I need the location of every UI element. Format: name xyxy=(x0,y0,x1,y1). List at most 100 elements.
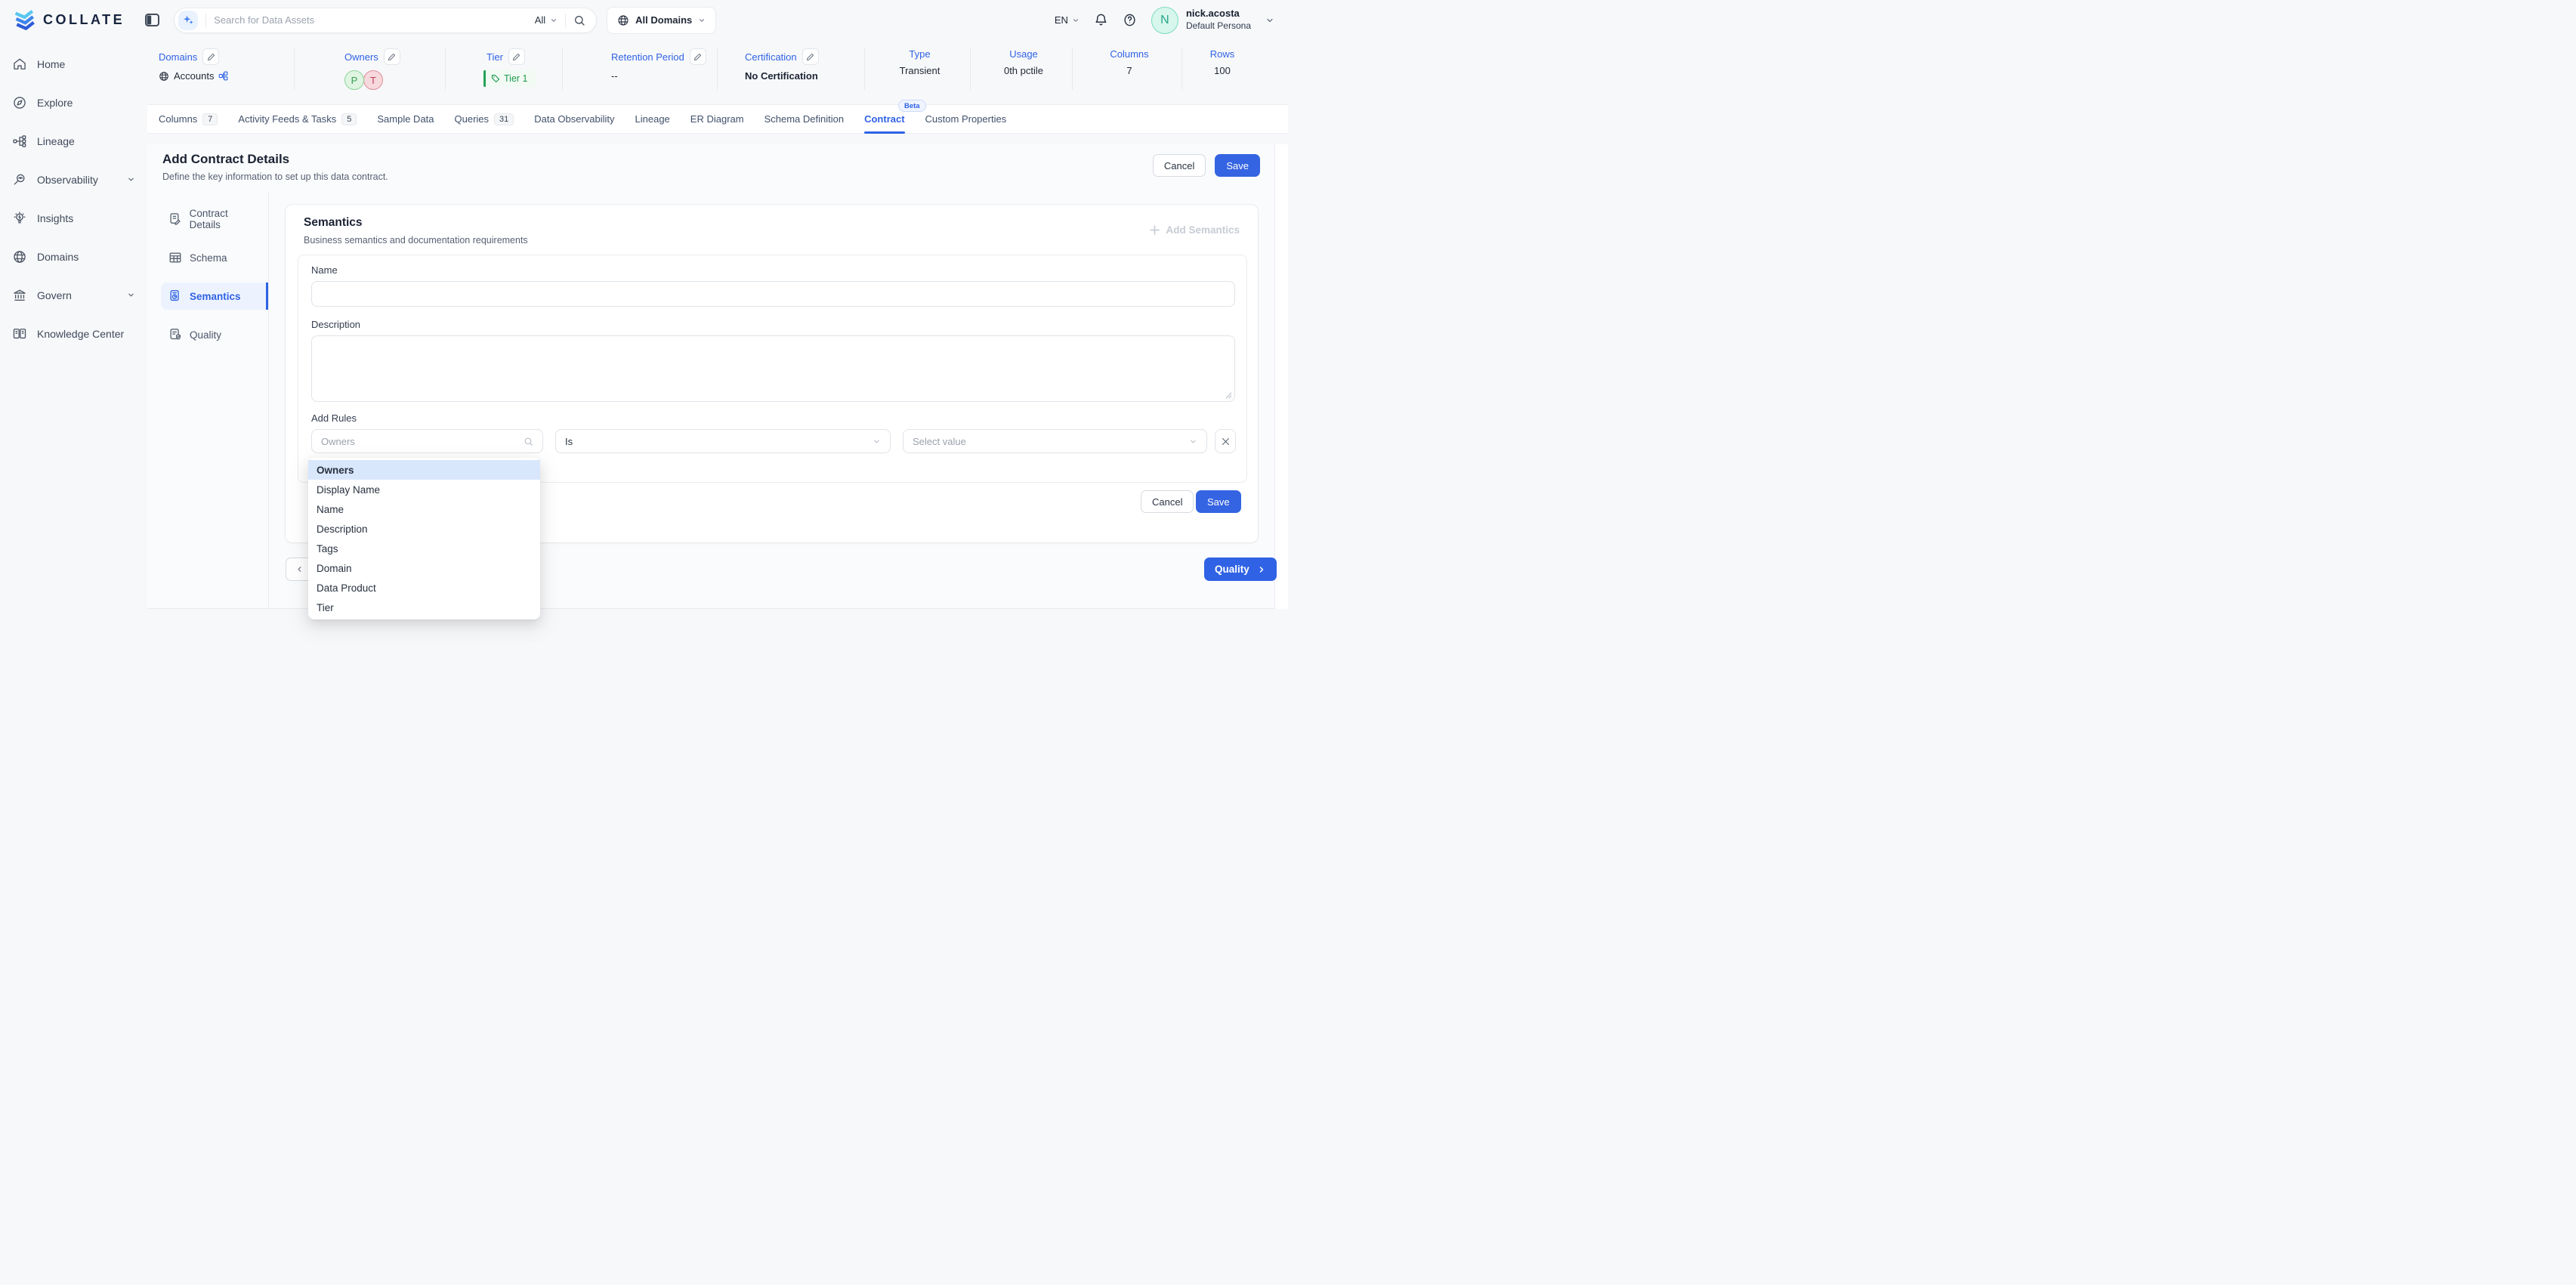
header-save-button[interactable]: Save xyxy=(1215,154,1260,177)
tab-activity-feeds[interactable]: Activity Feeds & Tasks5 xyxy=(238,105,357,133)
edit-retention-button[interactable] xyxy=(690,48,706,65)
edit-owners-button[interactable] xyxy=(384,48,400,65)
tab-label: Custom Properties xyxy=(925,113,1007,125)
tab-custom-properties[interactable]: Custom Properties xyxy=(925,105,1007,133)
lightbulb-icon xyxy=(12,211,27,226)
sidebar-item-lineage[interactable]: Lineage xyxy=(0,122,147,160)
sidebar-item-govern[interactable]: Govern xyxy=(0,276,147,314)
search-icon[interactable] xyxy=(573,14,585,26)
sidebar-item-label: Insights xyxy=(37,212,73,224)
meta-value-domains[interactable]: Accounts xyxy=(159,70,288,82)
global-search-bar[interactable]: Search for Data Assets All xyxy=(174,8,597,33)
tab-columns[interactable]: Columns7 xyxy=(159,105,218,133)
ai-sparkle-icon[interactable] xyxy=(178,11,198,30)
observability-icon xyxy=(12,172,27,187)
sidebar-item-observability[interactable]: Observability xyxy=(0,160,147,199)
meta-label-rows: Rows xyxy=(1210,48,1235,60)
owner-avatar-p[interactable]: P xyxy=(344,70,364,90)
user-persona: Default Persona xyxy=(1186,20,1251,32)
owners-avatars[interactable]: P T xyxy=(305,70,439,90)
search-divider-2 xyxy=(565,14,566,27)
semantic-rule-form: Name Description Add Rules Owners Is xyxy=(298,255,1247,483)
all-domains-button[interactable]: All Domains xyxy=(607,7,716,34)
top-navbar: COLLATE Search for Data Assets All All D… xyxy=(0,0,1288,40)
owner-avatar-t[interactable]: T xyxy=(363,70,383,90)
user-avatar[interactable]: N xyxy=(1151,7,1178,34)
remove-rule-button[interactable] xyxy=(1215,429,1236,453)
sidebar-toggle-icon[interactable] xyxy=(145,14,159,26)
plus-icon xyxy=(1150,225,1160,235)
meta-label-domains: Domains xyxy=(159,51,197,63)
description-label: Description xyxy=(311,319,360,330)
name-input[interactable] xyxy=(311,281,1235,307)
search-scope-label: All xyxy=(535,14,545,26)
quality-shield-icon xyxy=(168,328,182,341)
tab-sample-data[interactable]: Sample Data xyxy=(377,105,434,133)
form-save-button[interactable]: Save xyxy=(1196,490,1241,513)
pencil-icon xyxy=(207,53,215,61)
domain-globe-icon xyxy=(159,71,169,82)
meta-label-columns: Columns xyxy=(1110,48,1148,60)
rule-operator-select[interactable]: Is xyxy=(555,429,891,453)
tab-label: Columns xyxy=(159,113,197,125)
user-menu[interactable]: N nick.acosta Default Persona xyxy=(1151,7,1251,34)
dropdown-option-description[interactable]: Description xyxy=(308,519,540,539)
add-semantics-button[interactable]: Add Semantics xyxy=(1150,224,1240,236)
bank-icon xyxy=(12,288,27,303)
tab-schema-definition[interactable]: Schema Definition xyxy=(764,105,845,133)
sidebar-item-home[interactable]: Home xyxy=(0,45,147,83)
tab-data-observability[interactable]: Data Observability xyxy=(534,105,614,133)
dropdown-option-display-name[interactable]: Display Name xyxy=(308,480,540,499)
tab-contract[interactable]: Contract Beta xyxy=(864,105,904,133)
tab-queries[interactable]: Queries31 xyxy=(455,105,514,133)
header-cancel-button[interactable]: Cancel xyxy=(1153,154,1206,177)
step-contract-details[interactable]: Contract Details xyxy=(161,205,268,233)
dropdown-option-data-product[interactable]: Data Product xyxy=(308,578,540,598)
edit-tier-button[interactable] xyxy=(508,48,525,65)
tab-count-badge: 5 xyxy=(341,113,357,125)
help-icon[interactable] xyxy=(1123,13,1137,27)
tab-er-diagram[interactable]: ER Diagram xyxy=(690,105,744,133)
tab-lineage[interactable]: Lineage xyxy=(635,105,670,133)
step-semantics[interactable]: Semantics xyxy=(161,283,268,310)
language-select[interactable]: EN xyxy=(1055,14,1080,26)
tier-badge[interactable]: Tier 1 xyxy=(483,70,536,87)
domain-value-text: Accounts xyxy=(174,70,214,82)
chevron-down-icon[interactable] xyxy=(1265,16,1274,25)
sidebar-item-explore[interactable]: Explore xyxy=(0,83,147,122)
scrollbar-track[interactable] xyxy=(1274,144,1288,609)
resize-handle-icon[interactable] xyxy=(1225,392,1232,399)
meta-type: Type Transient xyxy=(865,48,971,90)
edit-certification-button[interactable] xyxy=(802,48,819,65)
chevron-down-icon xyxy=(127,175,135,184)
dropdown-option-tags[interactable]: Tags xyxy=(308,539,540,558)
step-quality[interactable]: Quality xyxy=(161,321,268,348)
app-sidebar: Home Explore Lineage Observability Insig… xyxy=(0,40,147,643)
next-step-button[interactable]: Quality xyxy=(1204,558,1277,581)
tier-value-text: Tier 1 xyxy=(504,73,528,84)
sidebar-item-knowledge-center[interactable]: Knowledge Center xyxy=(0,314,147,353)
dropdown-option-owners[interactable]: Owners xyxy=(308,460,540,480)
tab-label: ER Diagram xyxy=(690,113,744,125)
edit-domains-button[interactable] xyxy=(202,48,219,65)
step-label: Schema xyxy=(190,252,227,264)
meta-columns: Columns 7 xyxy=(1073,48,1182,90)
columns-value-text: 7 xyxy=(1126,65,1132,76)
collate-logo[interactable]: COLLATE xyxy=(14,10,125,31)
dropdown-option-tier[interactable]: Tier xyxy=(308,598,540,617)
sidebar-item-insights[interactable]: Insights xyxy=(0,199,147,237)
dropdown-option-name[interactable]: Name xyxy=(308,499,540,519)
dropdown-option-domain[interactable]: Domain xyxy=(308,558,540,578)
search-scope-select[interactable]: All xyxy=(535,14,558,26)
sidebar-item-label: Knowledge Center xyxy=(37,328,124,340)
description-textarea[interactable] xyxy=(311,335,1235,402)
step-schema[interactable]: Schema xyxy=(161,244,268,271)
rule-field-select[interactable]: Owners xyxy=(311,429,543,453)
notifications-bell-icon[interactable] xyxy=(1094,13,1108,27)
chevron-right-icon xyxy=(1257,565,1266,574)
form-cancel-button[interactable]: Cancel xyxy=(1141,490,1194,513)
sidebar-item-domains[interactable]: Domains xyxy=(0,237,147,276)
rule-value-select[interactable]: Select value xyxy=(903,429,1207,453)
chevron-left-icon xyxy=(295,565,304,573)
search-input[interactable]: Search for Data Assets xyxy=(214,14,527,26)
